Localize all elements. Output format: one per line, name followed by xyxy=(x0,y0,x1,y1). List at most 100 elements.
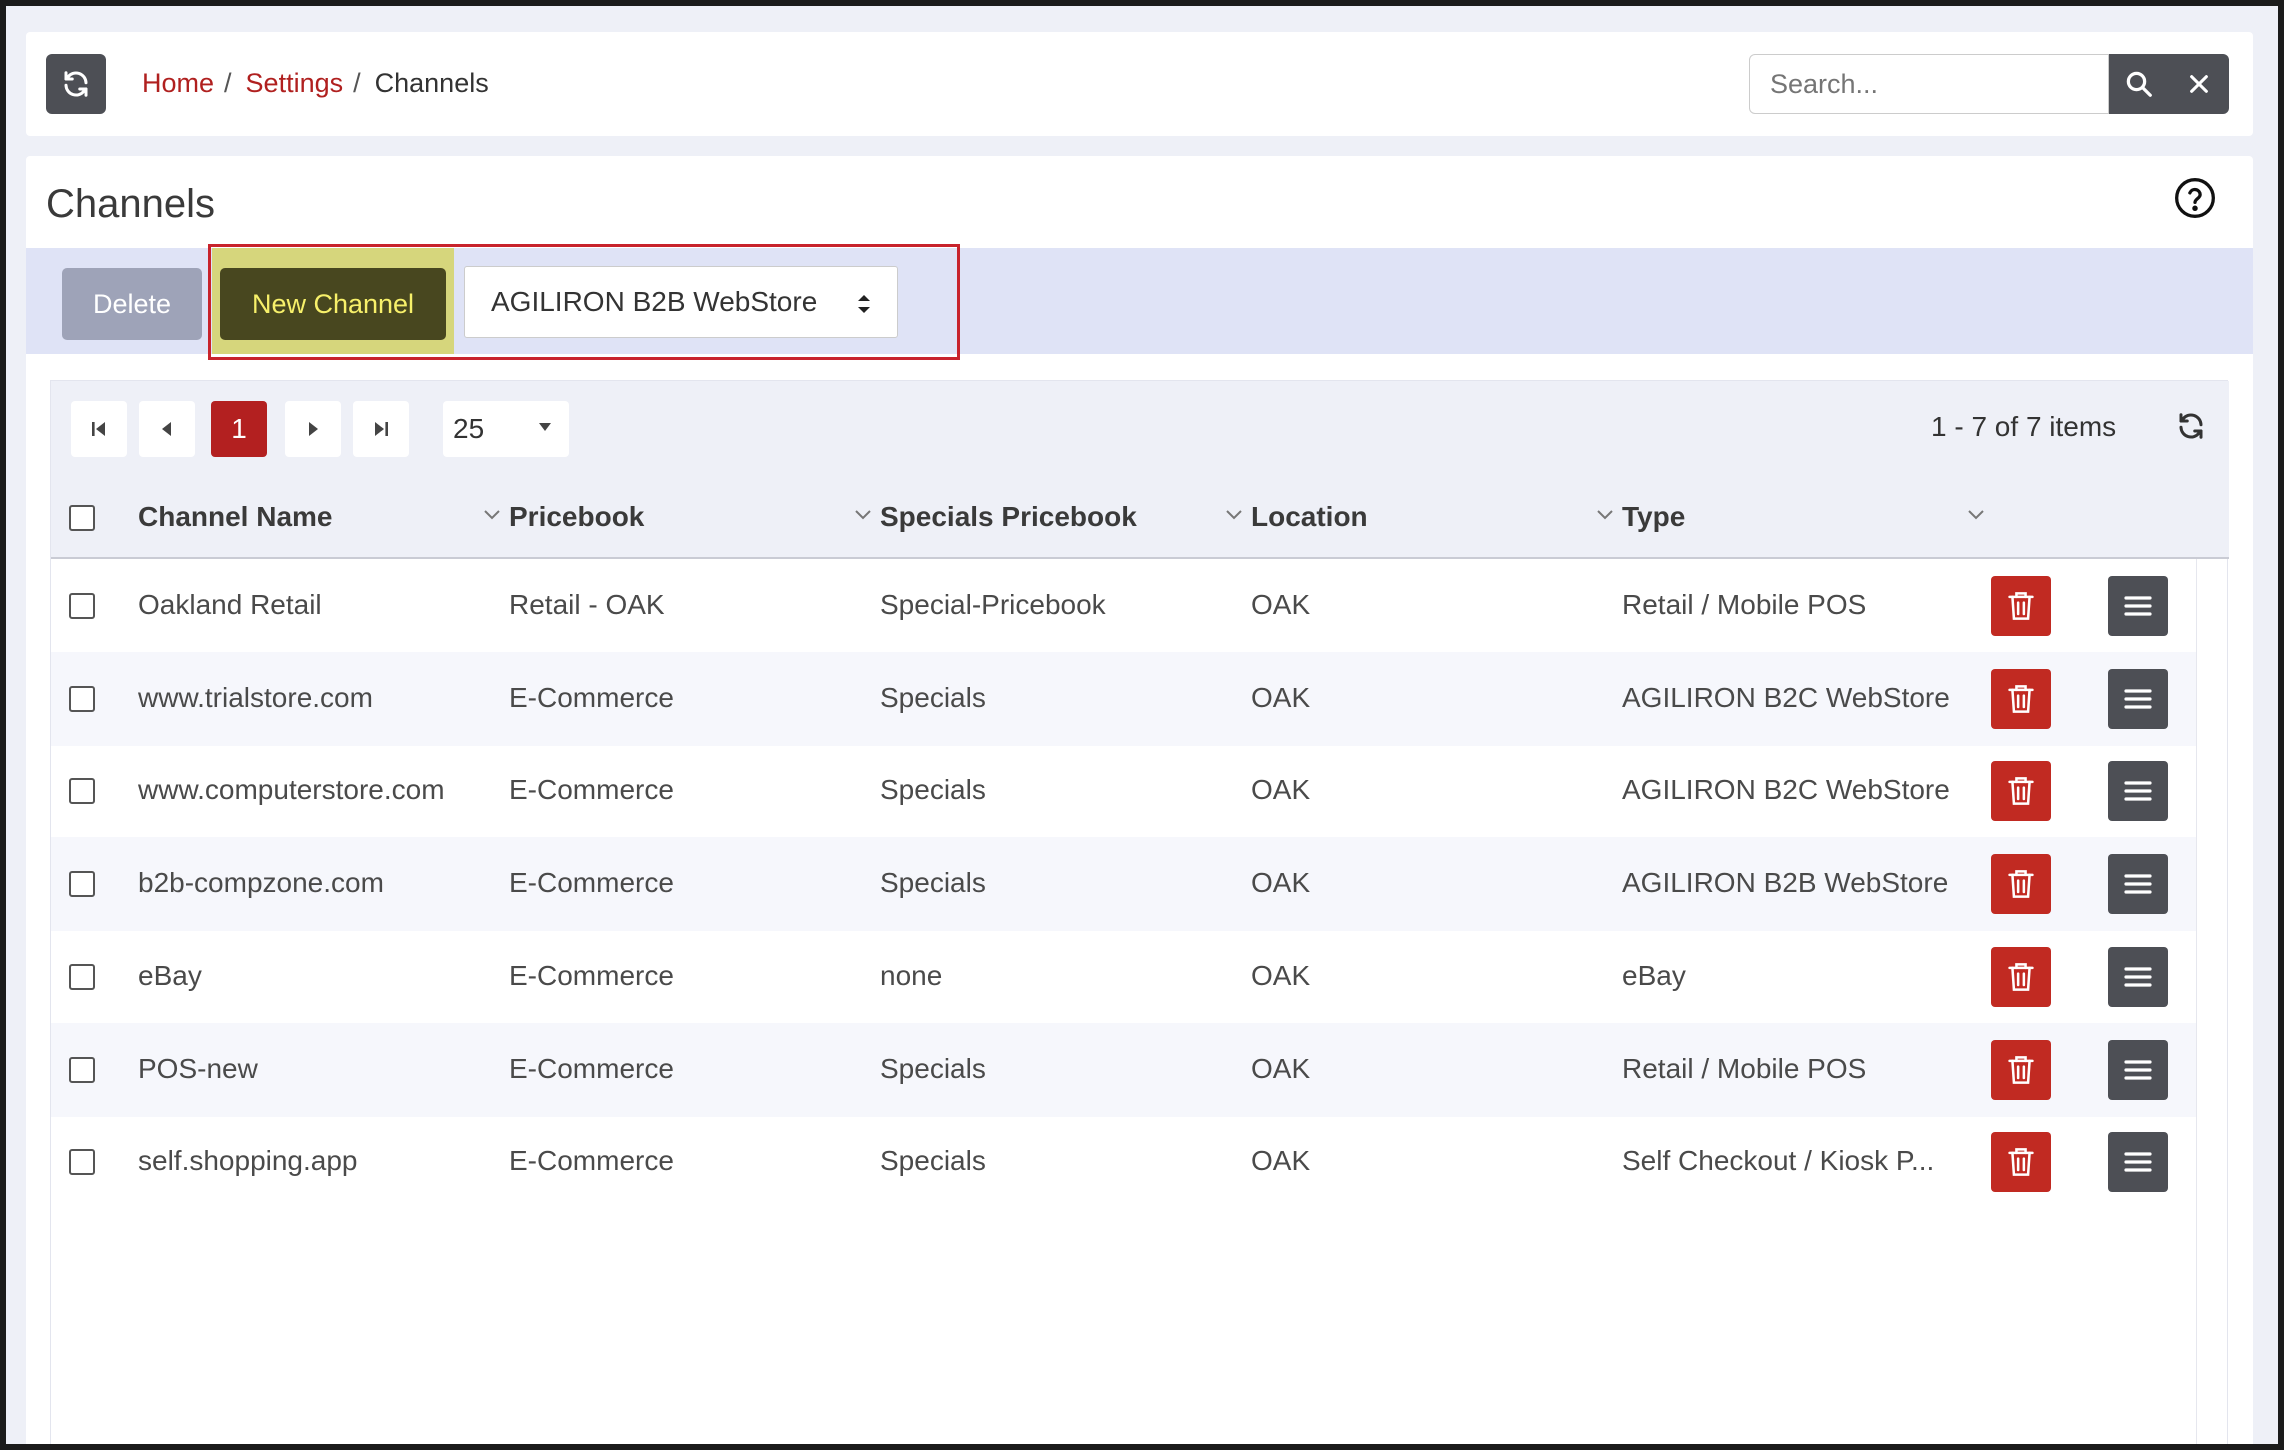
chevron-down-icon[interactable] xyxy=(483,509,501,521)
menu-icon xyxy=(2124,596,2152,616)
refresh-icon xyxy=(64,71,88,97)
cell-location: OAK xyxy=(1251,1145,1311,1177)
table-row[interactable]: self.shopping.app E-Commerce Specials OA… xyxy=(51,1115,2196,1209)
grid-scrollbar[interactable] xyxy=(2196,559,2229,1444)
breadcrumb-separator: / xyxy=(224,68,232,98)
menu-icon xyxy=(2124,781,2152,801)
trash-icon xyxy=(2008,870,2034,898)
search-input[interactable] xyxy=(1749,54,2109,114)
cell-specials-pricebook: none xyxy=(880,959,943,991)
breadcrumb-current: Channels xyxy=(374,68,489,98)
cell-channel-name[interactable]: self.shopping.app xyxy=(138,1145,358,1177)
column-header-channel-name[interactable]: Channel Name xyxy=(138,501,333,533)
first-page-button[interactable] xyxy=(71,401,127,457)
prev-page-icon xyxy=(162,422,171,436)
breadcrumb-separator: / xyxy=(353,68,361,98)
table-row[interactable]: www.computerstore.com E-Commerce Special… xyxy=(51,744,2196,838)
channels-grid: 1 25 1 - 7 of 7 items Channel Name Price… xyxy=(50,380,2229,1444)
row-menu-button[interactable] xyxy=(2108,1039,2168,1100)
row-menu-button[interactable] xyxy=(2108,761,2168,822)
row-menu-button[interactable] xyxy=(2108,854,2168,915)
cell-type: Retail / Mobile POS xyxy=(1622,589,1867,620)
cell-location: OAK xyxy=(1251,1052,1311,1084)
refresh-button[interactable] xyxy=(46,54,106,114)
row-checkbox[interactable] xyxy=(69,685,95,712)
column-header-type[interactable]: Type xyxy=(1622,501,1685,533)
new-channel-button[interactable]: New Channel xyxy=(220,268,446,340)
search-button[interactable] xyxy=(2109,54,2169,114)
cell-pricebook: Retail - OAK xyxy=(509,589,665,620)
refresh-icon[interactable] xyxy=(2176,411,2206,441)
row-checkbox[interactable] xyxy=(69,1149,95,1176)
row-menu-button[interactable] xyxy=(2108,668,2168,729)
prev-page-button[interactable] xyxy=(139,401,195,457)
table-row[interactable]: b2b-compzone.com E-Commerce Specials OAK… xyxy=(51,837,2196,932)
row-checkbox[interactable] xyxy=(69,778,95,805)
table-row[interactable]: Oakland Retail Retail - OAK Special-Pric… xyxy=(51,559,2196,653)
delete-row-button[interactable] xyxy=(1991,946,2051,1007)
channel-type-value: AGILIRON B2B WebStore xyxy=(491,286,818,317)
cell-location: OAK xyxy=(1251,589,1311,620)
cell-type: eBay xyxy=(1622,959,1686,991)
row-menu-button[interactable] xyxy=(2108,1132,2168,1193)
delete-row-button[interactable] xyxy=(1991,854,2051,915)
row-checkbox[interactable] xyxy=(69,871,95,898)
delete-row-button[interactable] xyxy=(1991,1039,2051,1100)
cell-pricebook: E-Commerce xyxy=(509,774,674,806)
cell-channel-name[interactable]: Oakland Retail xyxy=(138,589,322,621)
row-menu-button[interactable] xyxy=(2108,946,2168,1007)
channel-type-select[interactable]: AGILIRON B2B WebStore xyxy=(464,266,898,338)
cell-pricebook: E-Commerce xyxy=(509,959,674,991)
column-header-location[interactable]: Location xyxy=(1251,501,1368,533)
next-page-button[interactable] xyxy=(285,401,341,457)
cell-channel-name[interactable]: b2b-compzone.com xyxy=(138,867,384,899)
close-icon xyxy=(2190,75,2208,93)
cell-channel-name[interactable]: www.trialstore.com xyxy=(138,682,373,714)
column-header-pricebook[interactable]: Pricebook xyxy=(509,501,644,533)
delete-row-button[interactable] xyxy=(1991,668,2051,729)
chevron-down-icon[interactable] xyxy=(854,509,872,521)
cell-channel-name[interactable]: www.computerstore.com xyxy=(138,774,445,806)
pager-info: 1 - 7 of 7 items xyxy=(1931,411,2117,442)
cell-location: OAK xyxy=(1251,867,1311,899)
delete-button[interactable]: Delete xyxy=(62,268,202,340)
page-size-select[interactable]: 25 xyxy=(443,401,569,457)
cell-specials-pricebook: Special-Pricebook xyxy=(880,589,1106,620)
row-checkbox[interactable] xyxy=(69,963,95,990)
breadcrumb-settings[interactable]: Settings xyxy=(246,68,344,99)
chevron-down-icon[interactable] xyxy=(1596,509,1614,521)
page-1-button[interactable]: 1 xyxy=(211,401,267,457)
delete-row-button[interactable] xyxy=(1991,576,2051,636)
delete-row-button[interactable] xyxy=(1991,761,2051,822)
clear-search-button[interactable] xyxy=(2169,54,2229,114)
channels-card: Channels Delete New Channel AGILIRON B2B… xyxy=(26,156,2253,1444)
select-arrows-icon xyxy=(858,295,870,313)
menu-icon xyxy=(2124,874,2152,894)
chevron-down-icon[interactable] xyxy=(1967,509,1985,521)
breadcrumb-home[interactable]: Home xyxy=(142,68,214,99)
row-checkbox[interactable] xyxy=(69,593,95,619)
last-page-icon xyxy=(375,422,388,436)
search-icon xyxy=(2126,71,2152,97)
table-row[interactable]: POS-new E-Commerce Specials OAK Retail /… xyxy=(51,1022,2196,1117)
trash-icon xyxy=(2008,962,2034,991)
cell-channel-name[interactable]: POS-new xyxy=(138,1053,258,1085)
trash-icon xyxy=(2008,1148,2034,1177)
chevron-down-icon[interactable] xyxy=(1225,509,1243,521)
last-page-button[interactable] xyxy=(353,401,409,457)
cell-pricebook: E-Commerce xyxy=(509,681,674,713)
help-circle-icon[interactable] xyxy=(2173,176,2217,220)
cell-specials-pricebook: Specials xyxy=(880,681,986,713)
cell-type: AGILIRON B2C WebStore xyxy=(1622,681,1950,713)
cell-channel-name[interactable]: eBay xyxy=(138,960,202,992)
trash-icon xyxy=(2008,592,2034,620)
select-all-checkbox[interactable] xyxy=(69,505,95,531)
table-row[interactable]: eBay E-Commerce none OAK eBay xyxy=(51,930,2196,1024)
cell-pricebook: E-Commerce xyxy=(509,867,674,899)
cell-specials-pricebook: Specials xyxy=(880,867,986,899)
delete-row-button[interactable] xyxy=(1991,1132,2051,1193)
row-checkbox[interactable] xyxy=(69,1056,95,1083)
table-row[interactable]: www.trialstore.com E-Commerce Specials O… xyxy=(51,651,2196,746)
column-header-specials-pricebook[interactable]: Specials Pricebook xyxy=(880,501,1137,533)
row-menu-button[interactable] xyxy=(2108,576,2168,636)
